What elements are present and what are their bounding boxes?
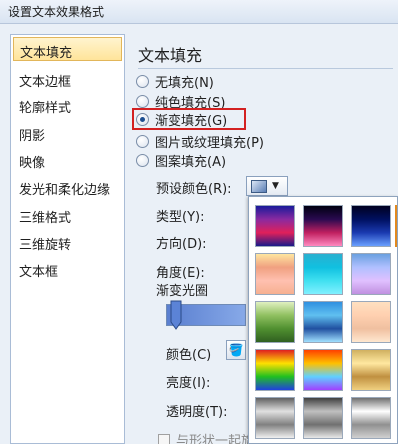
radio-label: 渐变填充(G) <box>155 113 228 129</box>
sidebar: 文本填充 文本边框 轮廓样式 阴影 映像 发光和柔化边缘 三维格式 三维旋转 文… <box>10 34 125 444</box>
gradient-stop-handle[interactable] <box>170 300 182 330</box>
sidebar-item-reflection[interactable]: 映像 <box>13 148 122 172</box>
radio-button-icon[interactable] <box>136 94 149 108</box>
angle-label: 角度(E): <box>156 266 205 281</box>
gradient-preset-tile[interactable] <box>303 253 343 295</box>
color-label: 颜色(C) <box>166 348 212 363</box>
radio-button-checked-icon[interactable] <box>136 112 149 126</box>
preset-colors-label: 预设颜色(R): <box>156 182 232 197</box>
gradient-preset-tile[interactable] <box>303 205 343 247</box>
sidebar-item-glow-soft-edges[interactable]: 发光和柔化边缘 <box>13 175 122 199</box>
brightness-label: 亮度(I): <box>166 376 211 391</box>
window-title: 设置文本效果格式 <box>0 0 398 24</box>
checkbox-icon[interactable] <box>158 433 170 444</box>
transparency-label: 透明度(T): <box>166 405 228 420</box>
radio-button-icon[interactable] <box>136 74 149 88</box>
gradient-preset-tile[interactable] <box>255 397 295 439</box>
gradient-preset-tile[interactable] <box>351 205 391 247</box>
color-picker-button[interactable]: 🪣 <box>226 340 246 360</box>
radio-no-fill[interactable]: 无填充(N) <box>136 72 214 91</box>
sidebar-item-3d-rotation[interactable]: 三维旋转 <box>13 230 122 254</box>
gradient-preset-tile[interactable] <box>303 349 343 391</box>
sidebar-item-text-box[interactable]: 文本框 <box>13 257 122 281</box>
gradient-swatch-icon <box>251 179 267 193</box>
gradient-preset-tile[interactable] <box>351 301 391 343</box>
sidebar-item-text-outline[interactable]: 文本边框 <box>13 67 122 91</box>
sidebar-item-outline-style[interactable]: 轮廓样式 <box>13 93 122 117</box>
radio-label: 无填充(N) <box>155 75 214 91</box>
radio-button-icon[interactable] <box>136 153 149 167</box>
radio-label: 图案填充(A) <box>155 154 227 170</box>
preset-colors-dropdown[interactable]: ▼ <box>246 176 288 196</box>
dropdown-arrow-icon: ▼ <box>272 181 279 191</box>
gradient-preset-tile[interactable] <box>351 349 391 391</box>
preset-colors-gallery <box>248 196 398 444</box>
gradient-preset-tile[interactable] <box>255 205 295 247</box>
sidebar-item-text-fill[interactable]: 文本填充 <box>13 37 122 61</box>
gradient-preset-tile[interactable] <box>351 397 391 439</box>
sidebar-item-3d-format[interactable]: 三维格式 <box>13 203 122 227</box>
gradient-preset-tile[interactable] <box>255 301 295 343</box>
gradient-preset-tile[interactable] <box>255 253 295 295</box>
direction-label: 方向(D): <box>156 237 207 252</box>
radio-gradient-fill[interactable]: 渐变填充(G) <box>136 110 228 129</box>
gradient-preset-tile[interactable] <box>255 349 295 391</box>
paint-bucket-icon: 🪣 <box>228 343 244 357</box>
gradient-preset-tile[interactable] <box>351 253 391 295</box>
radio-picture-texture-fill[interactable]: 图片或纹理填充(P) <box>136 132 264 151</box>
gradient-preset-tile[interactable] <box>303 397 343 439</box>
sidebar-item-shadow[interactable]: 阴影 <box>13 121 122 145</box>
heading-divider <box>138 68 393 69</box>
gradient-preset-tile[interactable] <box>303 301 343 343</box>
radio-label: 图片或纹理填充(P) <box>155 135 264 151</box>
radio-pattern-fill[interactable]: 图案填充(A) <box>136 151 227 170</box>
type-label: 类型(Y): <box>156 210 205 225</box>
gradient-stops-label: 渐变光圈 <box>156 284 209 299</box>
panel-heading: 文本填充 <box>138 46 203 65</box>
radio-button-icon[interactable] <box>136 134 149 148</box>
